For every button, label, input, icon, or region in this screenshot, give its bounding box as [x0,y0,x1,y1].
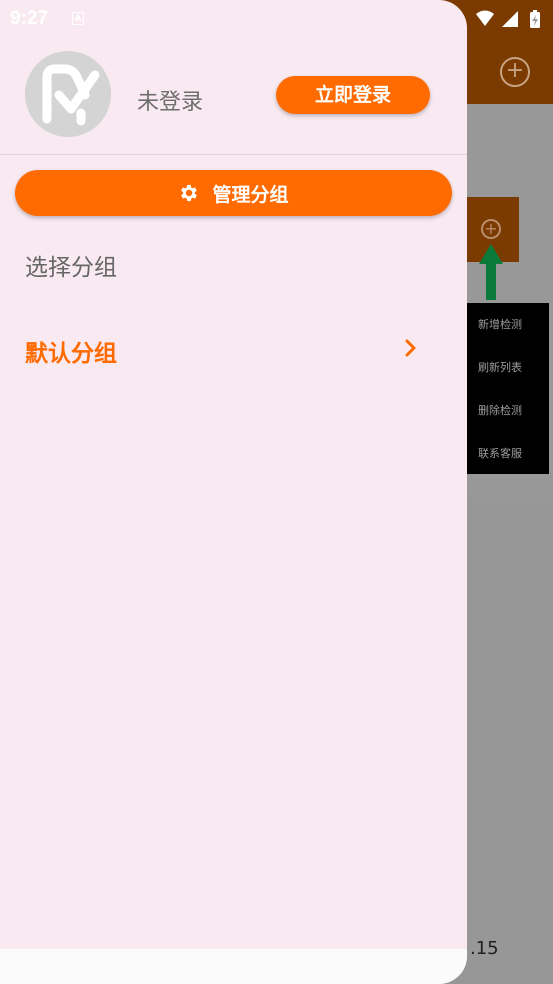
menu-item-contact-support[interactable]: 联系客服 [466,432,549,475]
divider [0,154,467,155]
drawer-footer [0,949,467,984]
menu-item-add-detection[interactable]: 新增检测 [466,303,549,346]
battery-icon [530,10,540,28]
menu-item-refresh-list[interactable]: 刷新列表 [466,346,549,389]
app-logo-icon [25,51,111,137]
status-time: 9:27 [10,8,49,29]
section-title: 选择分组 [25,255,117,281]
group-name: 默认分组 [25,341,117,367]
menu-item-delete-detection[interactable]: 删除检测 [466,389,549,432]
group-item-default[interactable]: 默认分组 [0,322,467,374]
signal-icon [502,11,518,27]
plus-circle-icon: + [481,219,501,239]
avatar[interactable] [25,51,111,137]
chevron-right-icon [405,339,416,357]
login-status-text: 未登录 [137,90,204,115]
green-arrow-icon [479,244,503,300]
navigation-drawer: 未登录 立即登录 管理分组 选择分组 默认分组 [0,0,467,984]
version-text: .15 [470,938,499,959]
notification-icon: A [72,12,84,25]
wifi-icon [476,10,494,26]
popup-menu: 新增检测 刷新列表 删除检测 联系客服 [466,303,549,474]
manage-groups-button[interactable]: 管理分组 [15,170,452,216]
manage-groups-label: 管理分组 [212,183,289,206]
plus-circle-icon[interactable]: + [500,57,530,87]
login-button[interactable]: 立即登录 [276,76,430,114]
gear-icon [181,184,198,202]
status-icons [476,10,540,28]
